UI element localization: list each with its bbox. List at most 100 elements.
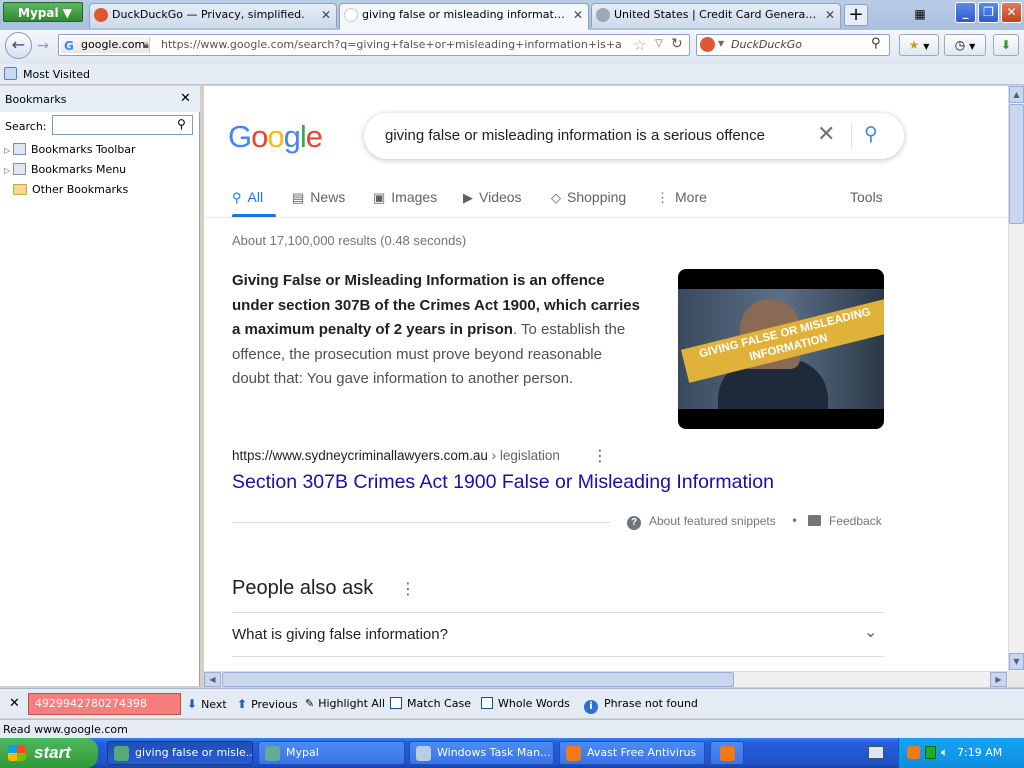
sidebar-item-bookmarks-toolbar[interactable]: ▷ Bookmarks Toolbar — [4, 141, 136, 159]
image-icon: ▣ — [373, 190, 386, 205]
history-button[interactable]: ◷ ▼ — [944, 34, 986, 56]
expand-triangle-icon[interactable]: ▷ — [4, 142, 13, 160]
keyboard-icon[interactable] — [868, 746, 884, 759]
bookmark-star-icon: ★ — [908, 38, 920, 52]
checkbox[interactable] — [390, 697, 402, 709]
find-previous-button[interactable]: ⬆ Previous — [237, 697, 298, 711]
scroll-down-icon[interactable]: ▼ — [1009, 653, 1024, 670]
divider — [232, 612, 884, 613]
vertical-scrollbar[interactable]: ▲ ▼ — [1008, 86, 1024, 671]
search-bar[interactable]: ▼ DuckDuckGo ⚲ — [696, 34, 890, 56]
arrow-up-icon: ⬆ — [237, 697, 248, 711]
tab-shopping[interactable]: ◇ Shopping — [551, 189, 626, 206]
duckduckgo-icon[interactable] — [700, 37, 715, 52]
chevron-down-icon[interactable]: ▽ — [655, 38, 663, 49]
search-input[interactable]: giving false or misleading information i… — [385, 127, 765, 144]
close-icon[interactable]: ✕ — [825, 4, 835, 26]
chevron-down-icon[interactable]: ▼ — [718, 39, 724, 48]
url-text[interactable]: https://www.google.com/search?q=giving+f… — [161, 38, 621, 52]
google-logo[interactable]: Google — [228, 119, 323, 155]
sidebar-item-label: Bookmarks Toolbar — [31, 143, 136, 156]
tab-images[interactable]: ▣ Images — [373, 189, 437, 206]
back-button[interactable]: ← — [5, 32, 32, 59]
find-next-button[interactable]: ⬇ Next — [187, 697, 227, 711]
clear-icon[interactable]: ✕ — [817, 122, 835, 147]
url-bar[interactable]: Ggoogle.com 🔒︎ https://www.google.com/se… — [58, 34, 690, 56]
scroll-right-icon[interactable]: ▶ — [990, 672, 1007, 687]
horizontal-scrollbar[interactable]: ◀ ▶ — [204, 671, 1008, 687]
paa-question[interactable]: What is giving false information? — [232, 626, 448, 643]
window-close-icon[interactable]: ✕ — [1001, 2, 1022, 23]
more-vertical-icon[interactable]: ⋮ — [592, 446, 608, 465]
star-icon[interactable]: ☆ — [633, 36, 646, 54]
source-url[interactable]: https://www.sydneycriminallawyers.com.au… — [232, 448, 560, 463]
scroll-left-icon[interactable]: ◀ — [204, 672, 221, 687]
sidebar-item-label: Bookmarks Menu — [31, 163, 127, 176]
most-visited-link[interactable]: Most Visited — [23, 68, 90, 81]
featured-snippet-image[interactable]: GIVING FALSE OR MISLEADING INFORMATION — [678, 269, 884, 429]
tab-more[interactable]: ⋮ More — [656, 189, 707, 206]
windows-logo-icon — [8, 745, 26, 761]
scrollbar-thumb[interactable] — [222, 672, 734, 687]
tab-duckduckgo[interactable]: DuckDuckGo — Privacy, simplified. ✕ — [89, 3, 337, 28]
close-icon[interactable]: ✕ — [321, 4, 331, 26]
taskbar-item-mypal[interactable]: Mypal — [258, 741, 405, 765]
app-menu-button[interactable]: Mypal ▼ — [3, 2, 83, 22]
about-featured-snippets-link[interactable]: ? About featured snippets — [627, 514, 776, 530]
scrollbar-corner — [1008, 671, 1024, 687]
find-input[interactable]: 4929942780274398 — [28, 693, 181, 715]
sidebar-item-bookmarks-menu[interactable]: ▷ Bookmarks Menu — [4, 161, 126, 179]
taskbar-item-browser[interactable]: giving false or misle... — [107, 741, 253, 765]
clock[interactable]: 7:19 AM — [957, 746, 1002, 759]
chevron-down-icon: ▼ — [62, 6, 72, 20]
tab-all[interactable]: ⚲ All — [232, 189, 263, 206]
more-vertical-icon[interactable]: ⋮ — [400, 579, 416, 598]
restore-icon[interactable]: ❐ — [978, 2, 999, 23]
info-icon: i — [584, 700, 598, 714]
tab-news[interactable]: ▤ News — [292, 189, 345, 206]
close-icon[interactable]: ✕ — [9, 696, 20, 711]
google-search-box[interactable]: giving false or misleading information i… — [364, 113, 904, 159]
result-title-link[interactable]: Section 307B Crimes Act 1900 False or Mi… — [232, 471, 774, 494]
forward-button[interactable]: → — [34, 37, 52, 55]
list-all-tabs-icon[interactable]: ▦ — [912, 7, 928, 23]
taskbar-item-task-manager[interactable]: Windows Task Man... — [409, 741, 554, 765]
find-bar: ✕ 4929942780274398 ⬇ Next ⬆ Previous ✎ High… — [0, 688, 1024, 718]
help-icon: ? — [627, 516, 641, 530]
tab-videos[interactable]: ▶ Videos — [463, 189, 522, 206]
close-icon[interactable]: ✕ — [573, 4, 583, 26]
whole-words-checkbox[interactable]: Whole Words — [481, 697, 570, 710]
tag-icon: ◇ — [551, 190, 561, 205]
sidebar-item-other-bookmarks[interactable]: Other Bookmarks — [4, 181, 128, 199]
minimize-icon[interactable]: _ — [955, 2, 976, 23]
match-case-checkbox[interactable]: Match Case — [390, 697, 471, 710]
find-status: i Phrase not found — [584, 697, 698, 714]
scroll-up-icon[interactable]: ▲ — [1009, 86, 1024, 103]
reload-icon[interactable]: ↻ — [671, 36, 683, 52]
checkbox[interactable] — [481, 697, 493, 709]
taskbar-item-avast[interactable]: Avast Free Antivirus — [559, 741, 705, 765]
scrollbar-thumb[interactable] — [1009, 104, 1024, 224]
highlight-all-button[interactable]: ✎ Highlight All — [305, 697, 385, 710]
highlighter-icon: ✎ — [305, 697, 315, 710]
expand-triangle-icon[interactable]: ▷ — [4, 162, 13, 180]
bookmarks-button[interactable]: ★ ▼ — [899, 34, 939, 56]
network-tray-icon[interactable] — [925, 746, 936, 759]
chevron-down-icon[interactable]: ⌄ — [864, 622, 877, 641]
site-identity[interactable]: Ggoogle.com — [61, 37, 151, 53]
feedback-link[interactable]: Feedback — [808, 514, 882, 528]
volume-icon[interactable]: 🔈︎ — [941, 745, 948, 760]
featured-snippet-text: Giving False or Misleading Information i… — [232, 269, 642, 392]
tab-credit-card-generator[interactable]: United States | Credit Card Generator | … — [591, 3, 841, 28]
close-icon[interactable]: ✕ — [180, 91, 191, 106]
tools-button[interactable]: Tools — [850, 189, 883, 205]
search-icon[interactable]: ⚲ — [871, 36, 881, 51]
sidebar-search-input[interactable]: ⚲ — [52, 115, 193, 135]
tab-strip: Mypal ▼ DuckDuckGo — Privacy, simplified… — [0, 0, 1024, 30]
downloads-button[interactable]: ⬇ — [993, 34, 1019, 56]
search-icon[interactable]: ⚲ — [864, 123, 878, 145]
avast-tray-icon[interactable] — [907, 746, 920, 759]
new-tab-button[interactable]: + — [844, 4, 868, 26]
taskbar-item-avast-small[interactable] — [710, 741, 744, 765]
tab-google-search[interactable]: giving false or misleading information i… — [339, 3, 589, 30]
